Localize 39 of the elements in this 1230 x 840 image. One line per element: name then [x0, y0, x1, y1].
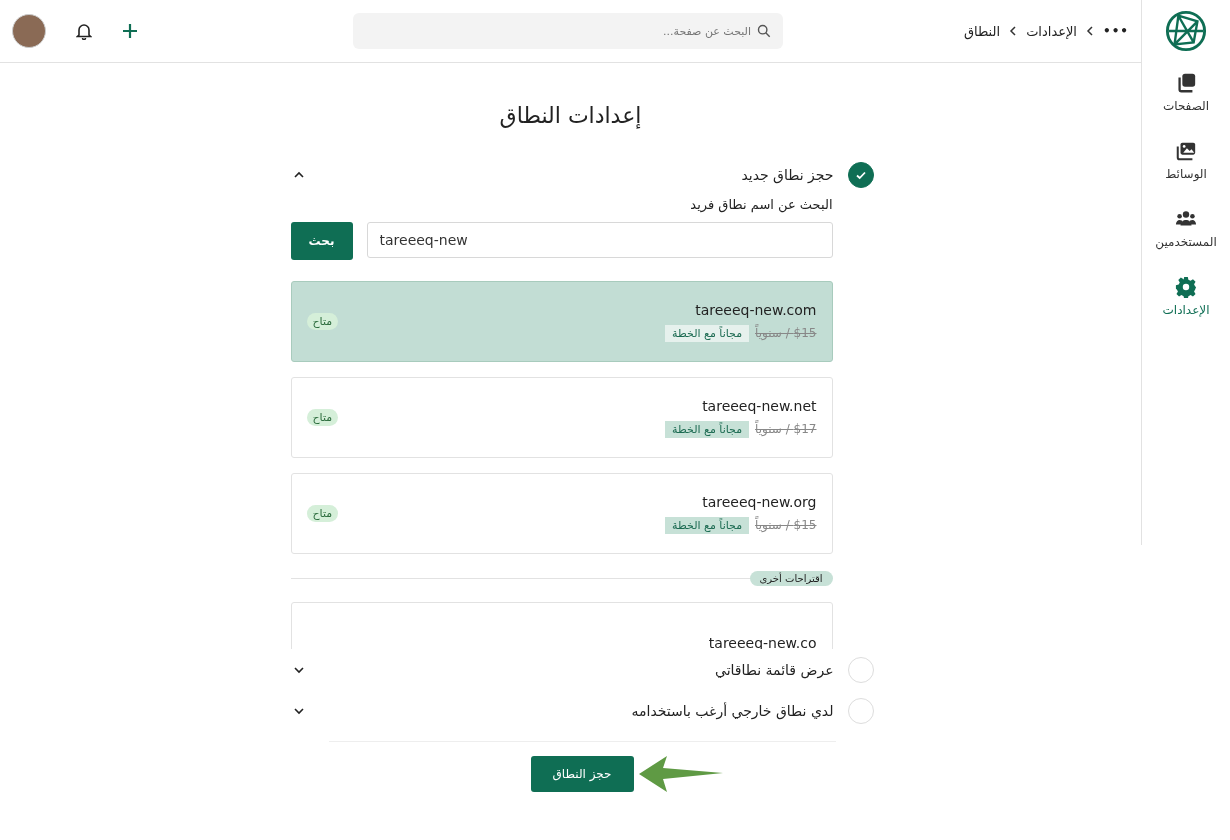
field-label: البحث عن اسم نطاق فريد	[689, 197, 833, 212]
add-icon[interactable]	[122, 23, 138, 39]
breadcrumb-item[interactable]: النطاق	[963, 23, 1001, 39]
accordion-header[interactable]: حجز نطاق جديد	[290, 154, 874, 195]
free-tag: مجاناً مع الخطة	[665, 516, 750, 534]
status-badge: متاح	[306, 505, 339, 522]
domain-name: tareeeq-new.com	[694, 301, 817, 318]
sidebar-item[interactable]: الإعدادات	[1162, 276, 1210, 334]
price: $15 / سنوياً	[755, 326, 817, 340]
reserve-button[interactable]: حجز النطاق	[530, 756, 634, 792]
sidebar-item[interactable]: الصفحات	[1162, 72, 1210, 130]
images-icon	[1175, 140, 1197, 162]
chevron-icon	[1085, 26, 1095, 36]
accordion-header[interactable]: عرض قائمة نطاقاتي	[290, 649, 874, 690]
accordion-header[interactable]: لدي نطاق خارجي أرغب باستخدامه	[290, 690, 874, 731]
status-badge: متاح	[306, 313, 339, 330]
free-tag: مجاناً مع الخطة	[665, 324, 750, 342]
breadcrumb-item[interactable]: الإعدادات	[1026, 23, 1077, 39]
avatar[interactable]	[12, 14, 46, 48]
domain-input[interactable]: tareeeq-new	[366, 222, 833, 258]
bell-icon[interactable]	[76, 22, 92, 40]
search-field[interactable]: البحث عن صفحة...	[353, 13, 783, 49]
status-badge: متاح	[306, 409, 339, 426]
more-button[interactable]: •••	[1103, 24, 1129, 38]
settings-icon	[1175, 276, 1197, 298]
section-tag: اقتراحات أخرى	[749, 570, 833, 586]
pages-icon	[1175, 72, 1197, 94]
chevron-icon	[1008, 26, 1019, 36]
search-button[interactable]: بحث	[290, 222, 353, 260]
free-tag: مجاناً مع الخطة	[665, 420, 750, 438]
sidebar-item[interactable]: الوسائط	[1165, 140, 1207, 198]
price: $17 / سنوياً	[755, 422, 817, 436]
domain-name: tareeeq-new.org	[701, 493, 817, 510]
price: $15 / سنوياً	[755, 518, 817, 532]
page-title: إعدادات النطاق	[499, 103, 642, 128]
search-icon	[757, 24, 771, 38]
logo-icon	[1165, 10, 1207, 52]
sidebar-item[interactable]: المستخدمين	[1155, 208, 1217, 266]
domain-name: tareeeq-new.net	[701, 397, 817, 414]
